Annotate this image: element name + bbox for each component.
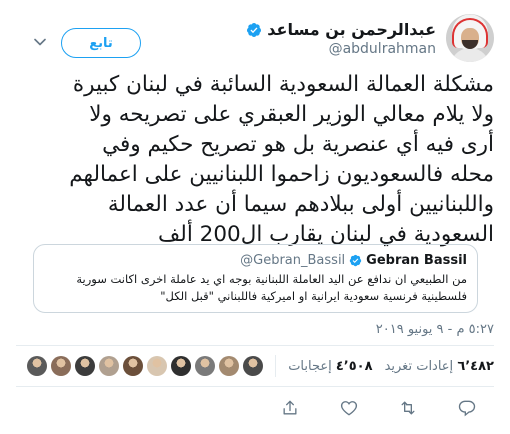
tweet-timestamp[interactable]: ٥:٢٧ م - ٩ يونيو ٢٠١٩ (376, 322, 494, 337)
verified-badge-icon (247, 22, 262, 37)
likes-count: ٤٬٥٠٨ (335, 358, 373, 374)
stats-divider (275, 355, 277, 377)
quoted-tweet[interactable]: Gebran Bassil @Gebran_Bassil من الطبيعي … (33, 244, 478, 313)
tweet-actions (0, 398, 510, 418)
liker-avatar[interactable] (27, 356, 48, 376)
tweet-card: عبدالرحمن بن مساعد @abdulrahman تابع مشك… (0, 0, 510, 434)
quoted-tweet-header: Gebran Bassil @Gebran_Bassil (44, 253, 467, 268)
reply-icon[interactable] (457, 398, 477, 418)
liker-avatar[interactable] (243, 356, 264, 376)
retweet-icon[interactable] (398, 398, 418, 418)
quoted-author-handle: @Gebran_Bassil (240, 253, 346, 268)
author-avatar[interactable] (446, 14, 494, 62)
liker-avatar[interactable] (75, 356, 96, 376)
liker-avatar[interactable] (99, 356, 120, 376)
divider (16, 386, 494, 387)
liker-avatar[interactable] (219, 356, 240, 376)
quoted-tweet-text: من الطبيعي ان ندافع عن اليد العاملة اللب… (76, 272, 467, 303)
likes-label: إعجابات (288, 358, 332, 374)
liker-avatar[interactable] (123, 356, 144, 376)
share-icon[interactable] (280, 398, 300, 418)
likers-avatars (27, 356, 264, 376)
liker-avatar[interactable] (195, 356, 216, 376)
retweets-label: إعادات تغريد (384, 358, 454, 374)
tweet-stats: ٦٬٤٨٢ إعادات تغريد ٤٬٥٠٨ إعجابات (27, 355, 494, 377)
divider (16, 345, 494, 346)
liker-avatar[interactable] (51, 356, 72, 376)
author-handle: @abdulrahman (328, 41, 436, 57)
retweets-stat[interactable]: ٦٬٤٨٢ إعادات تغريد (385, 359, 494, 374)
liker-avatar[interactable] (171, 356, 192, 376)
likes-stat[interactable]: ٤٬٥٠٨ إعجابات (288, 359, 372, 374)
retweets-count: ٦٬٤٨٢ (457, 358, 494, 374)
verified-badge-icon (349, 254, 362, 267)
liker-avatar[interactable] (147, 356, 168, 376)
tweet-text: مشكلة العمالة السعودية السائبة في لبنان … (69, 72, 494, 247)
like-icon[interactable] (339, 398, 359, 418)
author-name[interactable]: عبدالرحمن بن مساعد (267, 20, 436, 39)
follow-button[interactable]: تابع (61, 28, 141, 58)
author-info[interactable]: عبدالرحمن بن مساعد @abdulrahman (246, 20, 436, 57)
quoted-author-name: Gebran Bassil (366, 253, 467, 268)
caret-down-icon[interactable] (34, 38, 46, 46)
